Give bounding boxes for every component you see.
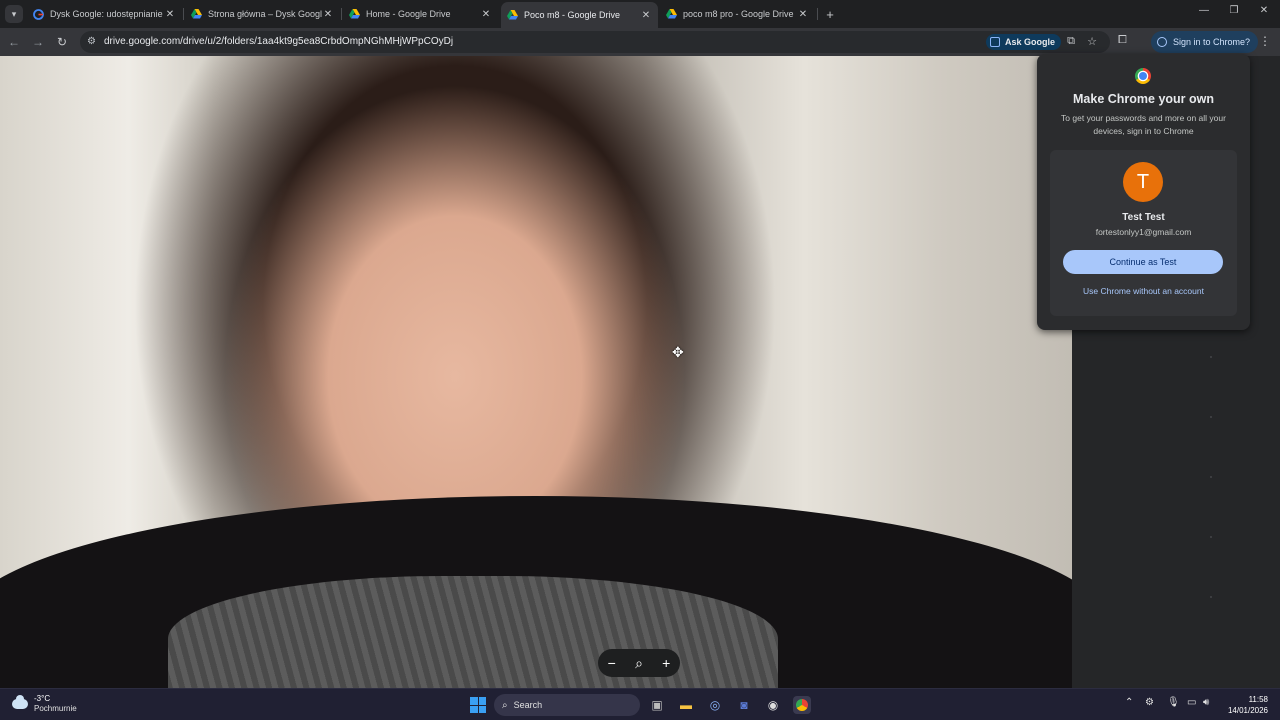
lens-icon bbox=[990, 37, 1000, 47]
close-icon[interactable]: ✕ bbox=[164, 9, 176, 20]
continue-as-button[interactable]: Continue as Test bbox=[1063, 250, 1223, 274]
browser-toolbar: ← → ↻ ⚙ drive.google.com/drive/u/2/folde… bbox=[0, 28, 1280, 56]
tab-title: Dysk Google: udostępnianie pl bbox=[50, 9, 164, 19]
minimize-icon[interactable]: — bbox=[1194, 5, 1214, 16]
steam-icon[interactable]: ⚙ bbox=[1145, 697, 1154, 708]
profile-icon bbox=[1157, 37, 1167, 47]
chevron-down-icon: ▾ bbox=[11, 8, 17, 19]
account-name: Test Test bbox=[1122, 212, 1165, 223]
zoom-in-icon[interactable]: + bbox=[662, 655, 670, 671]
file-explorer-icon[interactable]: ▬ bbox=[677, 696, 695, 714]
cloud-icon bbox=[12, 695, 28, 709]
weather-widget[interactable]: -3°C Pochmurnie bbox=[12, 694, 77, 714]
google-g-icon bbox=[33, 8, 44, 20]
chrome-logo-icon bbox=[1135, 68, 1151, 84]
close-icon[interactable]: ✕ bbox=[640, 10, 652, 21]
avatar: T bbox=[1123, 162, 1163, 202]
google-drive-icon bbox=[191, 9, 202, 20]
tab-search-button[interactable]: ▾ bbox=[5, 5, 23, 23]
panel-dot bbox=[1210, 356, 1212, 358]
google-drive-icon bbox=[507, 10, 518, 21]
tab-title: poco m8 pro - Google Drive bbox=[683, 9, 794, 19]
sign-in-popup: Make Chrome your own To get your passwor… bbox=[1037, 54, 1250, 330]
google-drive-icon bbox=[349, 9, 360, 20]
sign-in-label: Sign in to Chrome? bbox=[1173, 37, 1251, 47]
close-icon[interactable]: ✕ bbox=[480, 9, 492, 20]
close-icon[interactable]: ✕ bbox=[797, 9, 809, 20]
panel-dot bbox=[1210, 416, 1212, 418]
temperature: -3°C bbox=[34, 694, 51, 703]
account-card: T Test Test fortestonlyy1@gmail.com Cont… bbox=[1050, 150, 1237, 316]
task-view-icon[interactable]: ▣ bbox=[648, 696, 666, 714]
obs-icon[interactable]: ◉ bbox=[764, 696, 782, 714]
site-info-icon[interactable]: ⚙ bbox=[87, 36, 96, 47]
bookmark-star-icon[interactable]: ☆ bbox=[1085, 35, 1099, 48]
reload-icon[interactable]: ↻ bbox=[54, 34, 70, 50]
windows-taskbar: -3°C Pochmurnie ⌕ Search ▣ ▬ ◎ ◙ ◉ ⌃ ⚙ 🎙… bbox=[0, 688, 1280, 720]
close-window-icon[interactable]: ✕ bbox=[1254, 5, 1274, 16]
taskbar-search[interactable]: ⌕ Search bbox=[494, 694, 640, 716]
back-arrow-icon[interactable]: ← bbox=[6, 34, 22, 50]
panel-dot bbox=[1210, 476, 1212, 478]
tab-home-google-drive[interactable]: Home - Google Drive ✕ bbox=[343, 2, 498, 26]
new-tab-plus-icon[interactable]: + bbox=[823, 7, 837, 22]
account-email: fortestonlyy1@gmail.com bbox=[1095, 227, 1192, 237]
weather-condition: Pochmurnie bbox=[34, 704, 77, 713]
tab-divider bbox=[817, 8, 818, 20]
popup-title: Make Chrome your own bbox=[1073, 92, 1214, 106]
forward-arrow-icon[interactable]: → bbox=[30, 34, 46, 50]
volume-icon[interactable]: 🔊︎ bbox=[1203, 697, 1209, 708]
tab-title: Strona główna – Dysk Google bbox=[208, 9, 322, 19]
tab-title: Home - Google Drive bbox=[366, 9, 451, 19]
popup-description: To get your passwords and more on all yo… bbox=[1061, 113, 1226, 136]
tab-poco-m8-pro[interactable]: poco m8 pro - Google Drive ✕ bbox=[660, 2, 815, 26]
search-icon: ⌕ bbox=[502, 699, 508, 711]
chrome-taskbar-icon[interactable] bbox=[793, 696, 811, 714]
clock-time: 11:58 bbox=[1248, 695, 1268, 704]
photo-scarf-shape bbox=[168, 576, 778, 688]
install-app-icon[interactable]: ⧉ bbox=[1064, 35, 1078, 48]
zoom-magnifier-icon[interactable]: ⌕ bbox=[635, 655, 643, 672]
tab-title: Poco m8 - Google Drive bbox=[524, 10, 621, 20]
save-disk-icon[interactable]: ◙ bbox=[735, 696, 753, 714]
zoom-controls: − ⌕ + bbox=[598, 649, 680, 677]
google-drive-icon bbox=[666, 9, 677, 20]
address-bar[interactable]: ⚙ drive.google.com/drive/u/2/folders/1aa… bbox=[80, 31, 1110, 53]
network-icon[interactable]: ▭ bbox=[1187, 697, 1196, 708]
tab-strip: ▾ Dysk Google: udostępnianie pl ✕ Strona… bbox=[0, 0, 1280, 28]
restore-icon[interactable]: ❐ bbox=[1224, 5, 1244, 16]
photo-preview-image bbox=[0, 56, 1072, 688]
tab-divider bbox=[183, 8, 184, 20]
sign-in-to-chrome-button[interactable]: Sign in to Chrome? bbox=[1151, 31, 1259, 53]
search-label: Search bbox=[513, 700, 543, 710]
ask-google-label: Ask Google bbox=[1005, 37, 1056, 47]
zoom-out-icon[interactable]: − bbox=[608, 655, 616, 671]
tab-strona-glowna[interactable]: Strona główna – Dysk Google ✕ bbox=[185, 2, 340, 26]
close-icon[interactable]: ✕ bbox=[322, 9, 334, 20]
tab-divider bbox=[341, 8, 342, 20]
tab-dysk-google-sharing[interactable]: Dysk Google: udostępnianie pl ✕ bbox=[27, 2, 182, 26]
url-text[interactable]: drive.google.com/drive/u/2/folders/1aa4k… bbox=[104, 36, 453, 47]
use-without-account-link[interactable]: Use Chrome without an account bbox=[1050, 286, 1237, 296]
panel-dot bbox=[1210, 596, 1212, 598]
ask-google-button[interactable]: Ask Google bbox=[986, 34, 1062, 50]
move-cursor-icon: ✥ bbox=[672, 344, 684, 360]
panel-dot bbox=[1210, 536, 1212, 538]
system-clock[interactable]: 11:58 14/01/2026 bbox=[1222, 694, 1268, 716]
more-menu-icon[interactable]: ⋮ bbox=[1259, 34, 1271, 48]
microphone-icon[interactable]: 🎙︎ bbox=[1167, 697, 1180, 708]
chevron-up-icon[interactable]: ⌃ bbox=[1125, 697, 1133, 708]
windows-start-icon[interactable] bbox=[470, 697, 486, 713]
clock-date: 14/01/2026 bbox=[1227, 706, 1268, 715]
extensions-puzzle-icon[interactable]: ⧠ bbox=[1118, 34, 1127, 47]
app-icon[interactable]: ◎ bbox=[706, 696, 724, 714]
tab-poco-m8-active[interactable]: Poco m8 - Google Drive ✕ bbox=[501, 2, 658, 28]
